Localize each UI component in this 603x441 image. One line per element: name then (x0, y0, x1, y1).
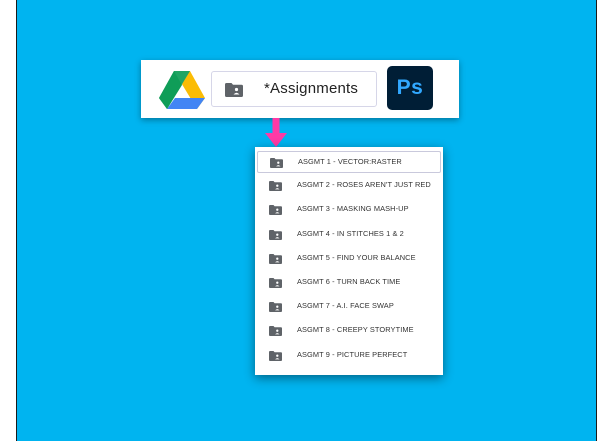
slide-canvas: *Assignments Ps ASGMT 1 - VECTOR:RASTER A… (16, 0, 597, 441)
shared-folder-icon (270, 158, 283, 168)
breadcrumb[interactable]: *Assignments (211, 71, 377, 107)
shared-folder-icon (269, 350, 282, 361)
breadcrumb-label: *Assignments (264, 80, 359, 97)
shared-folder-icon (269, 229, 282, 240)
shared-folder-icon (269, 302, 282, 313)
shared-folder-icon (269, 326, 282, 337)
shared-folder-icon (269, 181, 282, 192)
folder-list-item[interactable]: ASGMT 6 - TURN BACK TIME (257, 272, 441, 294)
photoshop-icon[interactable]: Ps (387, 66, 433, 110)
folder-list-item[interactable]: ASGMT 1 - VECTOR:RASTER (257, 151, 441, 173)
folder-label: ASGMT 3 - MASKING MASH-UP (297, 204, 409, 214)
folder-label: ASGMT 9 - PICTURE PERFECT (297, 349, 408, 359)
folder-label: ASGMT 1 - VECTOR:RASTER (298, 157, 402, 166)
folder-label: ASGMT 4 - IN STITCHES 1 & 2 (297, 228, 404, 238)
folder-list: ASGMT 1 - VECTOR:RASTER ASGMT 2 - ROSES A… (255, 147, 443, 375)
folder-label: ASGMT 6 - TURN BACK TIME (297, 277, 401, 286)
google-drive-icon[interactable] (159, 70, 205, 110)
folder-label: ASGMT 5 - FIND YOUR BALANCE (297, 252, 416, 262)
folder-label: ASGMT 8 - CREEPY STORYTIME (297, 325, 414, 335)
folder-label: ASGMT 7 - A.I. FACE SWAP (297, 301, 394, 311)
shared-folder-icon (269, 253, 282, 264)
folder-list-item[interactable]: ASGMT 9 - PICTURE PERFECT (257, 345, 441, 367)
folder-list-item[interactable]: ASGMT 7 - A.I. FACE SWAP (257, 296, 441, 318)
down-arrow-icon (265, 118, 287, 147)
shared-folder-icon (269, 205, 282, 216)
folder-label: ASGMT 2 - ROSES AREN'T JUST RED (297, 180, 431, 190)
top-bar: *Assignments Ps (141, 60, 459, 118)
shared-folder-icon (269, 278, 282, 288)
photoshop-logo-text: Ps (396, 76, 424, 99)
folder-list-item[interactable]: ASGMT 4 - IN STITCHES 1 & 2 (257, 224, 441, 246)
folder-list-item[interactable]: ASGMT 2 - ROSES AREN'T JUST RED (257, 175, 441, 197)
folder-list-item[interactable]: ASGMT 8 - CREEPY STORYTIME (257, 320, 441, 342)
folder-list-item[interactable]: ASGMT 5 - FIND YOUR BALANCE (257, 248, 441, 270)
shared-folder-icon (225, 83, 243, 97)
folder-list-item[interactable]: ASGMT 3 - MASKING MASH-UP (257, 199, 441, 221)
